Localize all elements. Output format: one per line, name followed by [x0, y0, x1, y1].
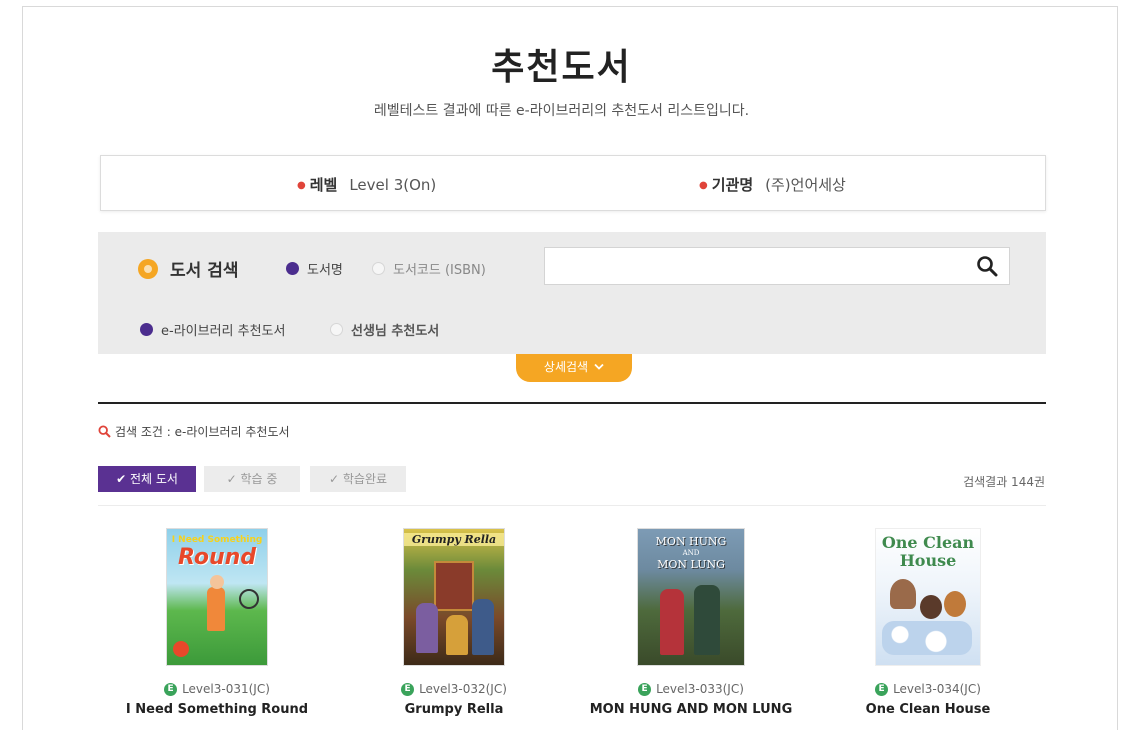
- radio-elibrary-recommend[interactable]: e-라이브러리 추천도서: [140, 320, 285, 339]
- cover-title: MON HUNG: [655, 535, 727, 548]
- cover-figure: [446, 615, 468, 655]
- result-count: 검색결과 144권: [963, 475, 1045, 489]
- book-code: E Level3-034(JC): [808, 682, 1048, 696]
- search-button[interactable]: [976, 255, 1000, 279]
- cover-figure: [944, 591, 966, 617]
- bullet-icon: ●: [297, 180, 306, 191]
- filter-completed[interactable]: ✓ 학습완료: [310, 466, 406, 492]
- cover-title: MON LUNG: [657, 558, 725, 571]
- level-info: ● 레벨 Level 3(On): [297, 174, 436, 195]
- search-input[interactable]: [544, 247, 1010, 285]
- book-title[interactable]: One Clean House: [808, 702, 1048, 717]
- search-heading-label: 도서 검색: [170, 261, 239, 281]
- org-value: (주)언어세상: [765, 176, 846, 194]
- search-condition: 검색 조건 : e-라이브러리 추천도서: [98, 423, 290, 440]
- book-code-label: Level3-034(JC): [893, 682, 981, 696]
- radio-book-title-label: 도서명: [307, 263, 343, 278]
- org-info: ● 기관명 (주)언어세상: [699, 174, 846, 195]
- cover-figure: [472, 599, 494, 655]
- page-title: 추천도서: [491, 47, 632, 88]
- detail-search-label: 상세검색: [543, 360, 589, 374]
- filter-studying[interactable]: ✓ 학습 중: [204, 466, 300, 492]
- cover-title: Grumpy Rella: [404, 533, 504, 546]
- level-label: 레벨: [309, 176, 338, 194]
- book-code: E Level3-033(JC): [571, 682, 811, 696]
- book-code-label: Level3-032(JC): [419, 682, 507, 696]
- bullet-icon: ●: [699, 180, 708, 191]
- search-icon: [977, 256, 998, 277]
- chevron-down-icon: [594, 354, 604, 380]
- cover-figure: [890, 579, 916, 609]
- ebook-icon: E: [401, 682, 415, 696]
- ebook-icon: E: [164, 682, 178, 696]
- book-title[interactable]: MON HUNG AND MON LUNG: [571, 702, 811, 717]
- ebook-icon: E: [638, 682, 652, 696]
- search-icon: [98, 425, 111, 438]
- book-code: E Level3-031(JC): [97, 682, 337, 696]
- cover-figure: [694, 585, 720, 655]
- cover-title: AND: [682, 549, 700, 557]
- org-label: 기관명: [711, 176, 754, 194]
- cover-ring: [239, 589, 259, 609]
- cover-title: One Clean: [881, 533, 975, 552]
- book-code-label: Level3-031(JC): [182, 682, 270, 696]
- radio-elibrary-label: e-라이브러리 추천도서: [161, 324, 286, 339]
- radio-book-code[interactable]: 도서코드 (ISBN): [372, 259, 486, 278]
- cover-figure: [210, 575, 224, 589]
- cover-title: I Need Something: [171, 535, 263, 545]
- ebook-icon: E: [875, 682, 889, 696]
- radio-book-title[interactable]: 도서명: [286, 259, 343, 278]
- radio-teacher-label: 선생님 추천도서: [351, 324, 440, 339]
- check-icon: ✓: [226, 472, 237, 486]
- filter-completed-label: 학습완료: [342, 472, 388, 486]
- divider: [98, 402, 1046, 404]
- divider: [98, 505, 1046, 506]
- target-icon: [138, 258, 158, 279]
- cover-title: House: [899, 551, 957, 570]
- book-title[interactable]: I Need Something Round: [97, 702, 337, 717]
- cover-title: Round: [177, 545, 257, 570]
- cover-window: [434, 561, 474, 611]
- filter-all-label: 전체 도서: [129, 472, 178, 486]
- info-box: ● 레벨 Level 3(On) ● 기관명 (주)언어세상: [100, 155, 1046, 211]
- search-panel: 도서 검색 도서명 도서코드 (ISBN) e-라이브러리 추천도서 선생님 추…: [98, 232, 1046, 354]
- radio-unchecked-icon: [372, 262, 385, 275]
- radio-book-code-label: 도서코드 (ISBN): [393, 263, 486, 278]
- search-heading: 도서 검색: [138, 256, 238, 281]
- book-cover[interactable]: Grumpy Rella: [403, 528, 505, 666]
- level-value: Level 3(On): [349, 176, 437, 194]
- filter-all-books[interactable]: ✔ 전체 도서: [98, 466, 196, 492]
- cover-bubbles: [882, 621, 972, 655]
- cover-figure: [660, 589, 684, 655]
- check-icon: ✓: [328, 472, 340, 486]
- search-condition-label: 검색 조건 : e-라이브러리 추천도서: [115, 425, 290, 439]
- book-card[interactable]: Grumpy Rella E Level3-032(JC) Grumpy Rel…: [334, 528, 574, 717]
- book-code: E Level3-032(JC): [334, 682, 574, 696]
- book-title[interactable]: Grumpy Rella: [334, 702, 574, 717]
- cover-figure: [416, 603, 438, 653]
- filter-studying-label: 학습 중: [240, 472, 278, 486]
- book-card[interactable]: I Need Something Round E Level3-031(JC) …: [97, 528, 337, 717]
- book-card[interactable]: MON HUNG AND MON LUNG E Level3-033(JC) M…: [571, 528, 811, 717]
- radio-unchecked-icon: [330, 323, 343, 336]
- check-icon: ✔: [116, 472, 127, 486]
- book-cover[interactable]: One Clean House: [875, 528, 981, 666]
- book-code-label: Level3-033(JC): [656, 682, 744, 696]
- cover-ball: [173, 641, 189, 657]
- radio-checked-icon: [140, 323, 153, 336]
- radio-teacher-recommend[interactable]: 선생님 추천도서: [330, 320, 439, 339]
- cover-figure: [207, 587, 225, 631]
- cover-figure: [920, 595, 942, 619]
- book-cover[interactable]: I Need Something Round: [166, 528, 268, 666]
- page-subtitle: 레벨테스트 결과에 따른 e-라이브러리의 추천도서 리스트입니다.: [373, 103, 750, 119]
- radio-checked-icon: [286, 262, 299, 275]
- detail-search-button[interactable]: 상세검색: [516, 354, 632, 382]
- book-card[interactable]: One Clean House E Level3-034(JC) One Cle…: [808, 528, 1048, 717]
- book-cover[interactable]: MON HUNG AND MON LUNG: [637, 528, 745, 666]
